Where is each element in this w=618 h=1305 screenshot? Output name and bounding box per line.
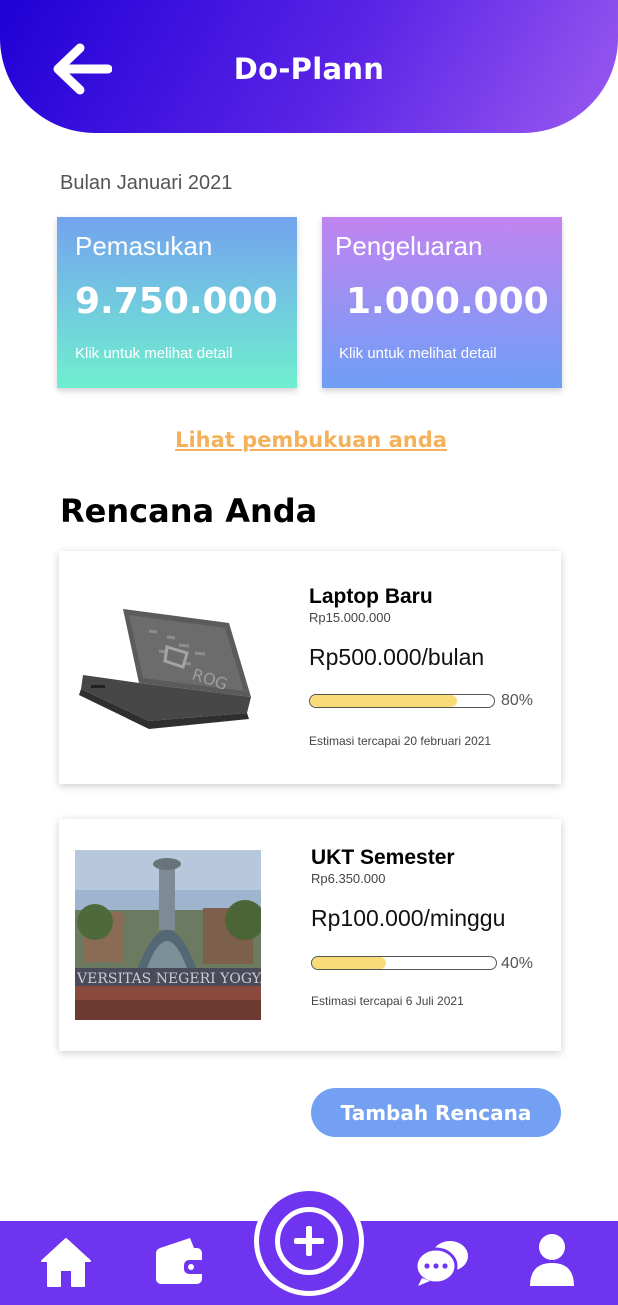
plan-progress-fill: [310, 695, 458, 707]
plan-name: Laptop Baru: [309, 585, 433, 608]
expense-hint: Klik untuk melihat detail: [339, 345, 497, 362]
plus-icon: [275, 1207, 343, 1275]
home-icon[interactable]: [40, 1236, 92, 1288]
period-label: Bulan Januari 2021: [60, 172, 233, 194]
plan-progress-label: 40%: [501, 955, 534, 972]
add-plan-button[interactable]: Tambah Rencana: [311, 1088, 561, 1137]
income-hint: Klik untuk melihat detail: [75, 345, 233, 362]
plan-name: UKT Semester: [311, 846, 455, 869]
svg-text:VERSITAS NEGERI YOGYAK: VERSITAS NEGERI YOGYAK: [76, 971, 261, 987]
income-title: Pemasukan: [75, 231, 213, 261]
view-books-link[interactable]: Lihat pembukuan anda: [0, 428, 618, 452]
income-card[interactable]: Pemasukan 9.750.000 Klik untuk melihat d…: [57, 217, 297, 388]
laptop-image: ROG: [79, 609, 251, 729]
plan-progress-bar: [309, 694, 495, 708]
plan-total: Rp6.350.000: [311, 871, 386, 886]
plan-rate: Rp100.000/minggu: [311, 905, 506, 931]
plan-card[interactable]: VERSITAS NEGERI YOGYAK UKT Semester Rp6.…: [59, 819, 561, 1051]
app-title: Do-Plann: [233, 52, 385, 86]
add-button[interactable]: [254, 1186, 364, 1296]
income-amount: 9.750.000: [75, 281, 278, 322]
app-header: Do-Plann: [0, 0, 618, 133]
chat-icon[interactable]: [414, 1236, 470, 1288]
expense-amount: 1.000.000: [346, 281, 549, 322]
university-image: VERSITAS NEGERI YOGYAK: [75, 850, 261, 1020]
plan-rate: Rp500.000/bulan: [309, 644, 485, 670]
plan-card[interactable]: ROG Laptop Baru Rp15.000.000 Rp500.000/b…: [59, 551, 561, 784]
plan-total: Rp15.000.000: [309, 610, 391, 625]
plan-progress-label: 80%: [501, 692, 534, 709]
plan-estimate: Estimasi tercapai 20 februari 2021: [309, 734, 492, 748]
expense-title: Pengeluaran: [335, 231, 483, 261]
expense-card[interactable]: Pengeluaran 1.000.000 Klik untuk melihat…: [322, 217, 562, 388]
plan-estimate: Estimasi tercapai 6 Juli 2021: [311, 994, 464, 1008]
plan-progress-fill: [312, 957, 386, 969]
profile-icon[interactable]: [528, 1232, 576, 1288]
plan-progress-bar: [311, 956, 497, 970]
wallet-icon[interactable]: [154, 1236, 208, 1288]
plans-section-title: Rencana Anda: [60, 492, 318, 530]
